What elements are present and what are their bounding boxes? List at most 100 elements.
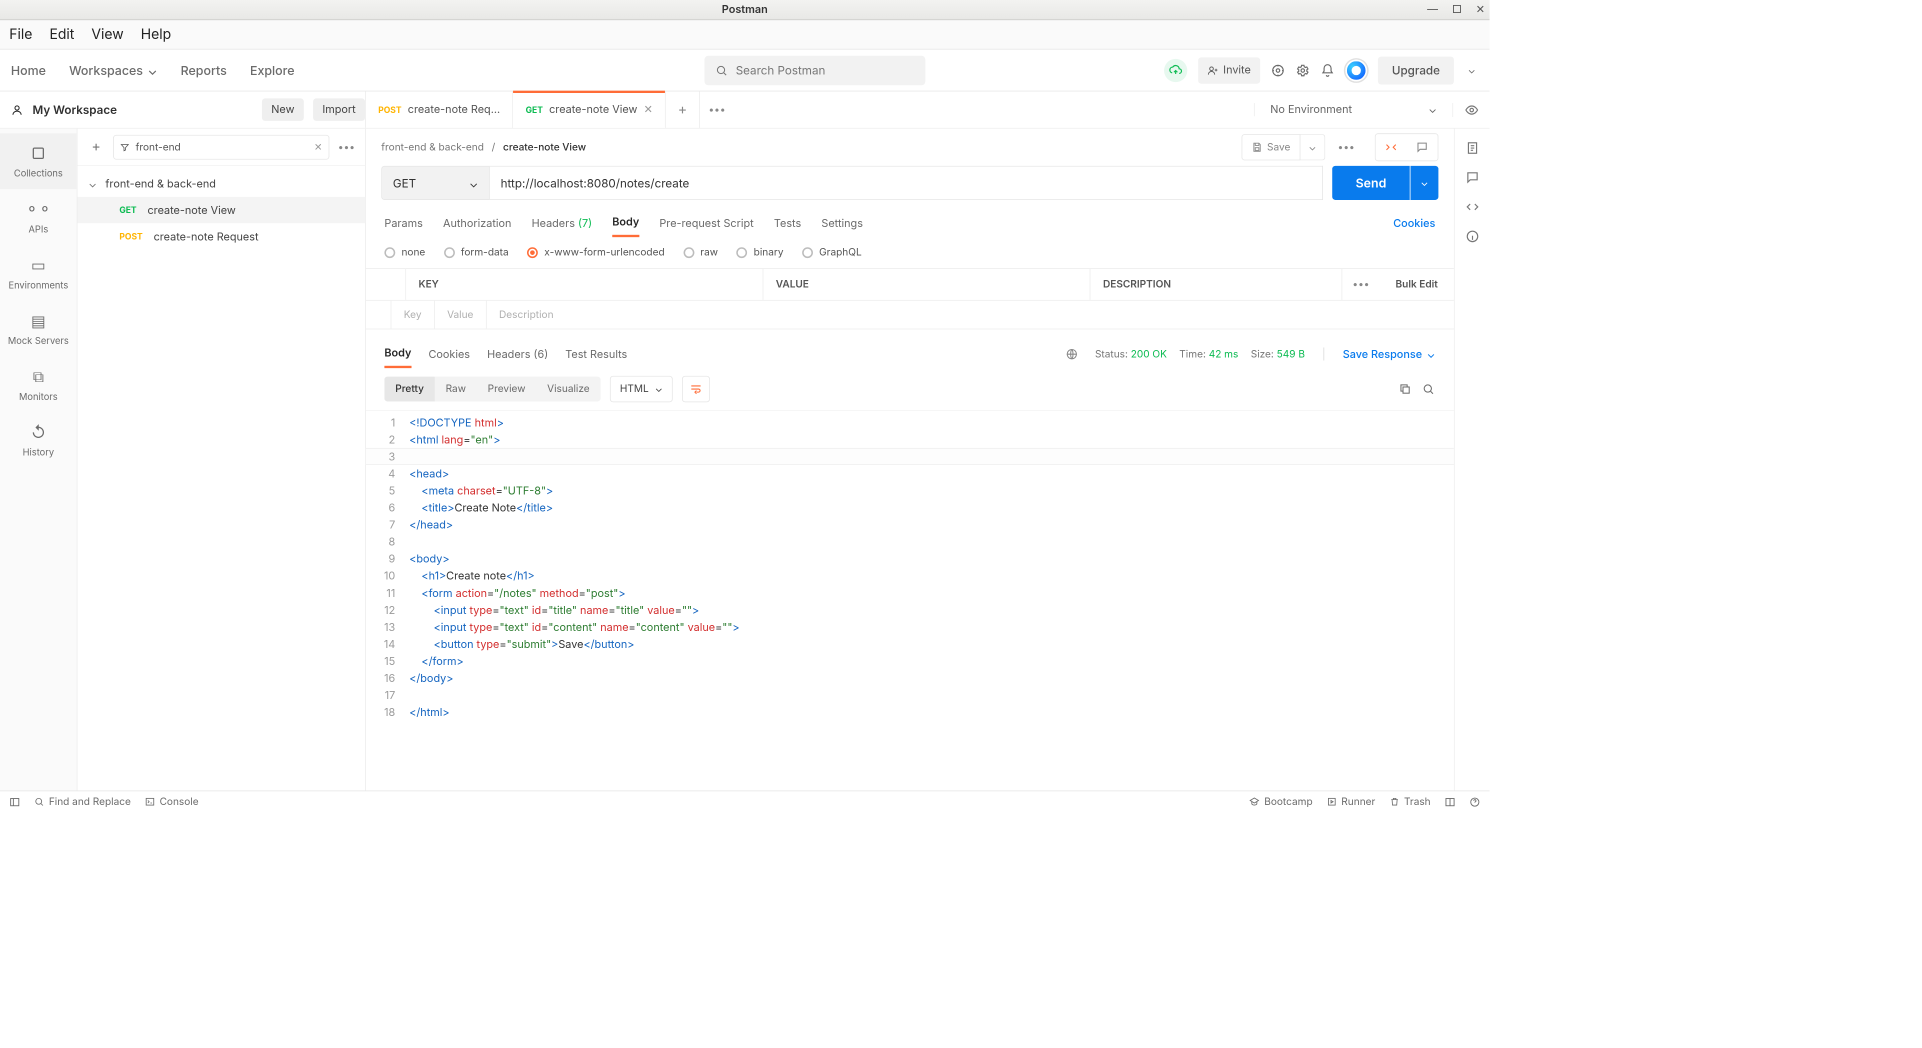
comments-icon[interactable] bbox=[1465, 171, 1479, 185]
copy-icon[interactable] bbox=[1398, 382, 1412, 396]
menu-edit[interactable]: Edit bbox=[49, 26, 74, 42]
body-binary[interactable]: binary bbox=[737, 246, 784, 258]
documentation-icon[interactable] bbox=[1465, 141, 1479, 155]
bell-icon[interactable] bbox=[1321, 63, 1335, 77]
bulk-edit-button[interactable]: Bulk Edit bbox=[1380, 269, 1454, 300]
build-mode-icon[interactable] bbox=[1376, 134, 1407, 160]
request-more-icon[interactable]: ••• bbox=[1333, 134, 1359, 160]
code-icon[interactable] bbox=[1465, 200, 1479, 214]
resp-tab-headers[interactable]: Headers (6) bbox=[487, 341, 548, 367]
menu-file[interactable]: File bbox=[9, 26, 32, 42]
tab-tests[interactable]: Tests bbox=[774, 210, 801, 236]
environment-select[interactable]: No Environment ⌄ bbox=[1254, 103, 1452, 116]
view-preview[interactable]: Preview bbox=[477, 377, 536, 402]
menu-help[interactable]: Help bbox=[141, 26, 171, 42]
tab-headers[interactable]: Headers (7) bbox=[532, 210, 592, 236]
save-response-button[interactable]: Save Response ⌄ bbox=[1343, 348, 1436, 361]
kv-placeholder-row[interactable]: Key Value Description bbox=[366, 301, 1454, 330]
tab-params[interactable]: Params bbox=[384, 210, 422, 236]
chevron-down-icon[interactable]: ⌄ bbox=[1465, 63, 1479, 77]
globe-icon[interactable] bbox=[1066, 348, 1078, 360]
tab-body[interactable]: Body bbox=[612, 209, 639, 237]
body-none[interactable]: none bbox=[384, 246, 425, 258]
kv-more-icon[interactable]: ••• bbox=[1342, 269, 1379, 300]
body-raw[interactable]: raw bbox=[683, 246, 718, 258]
body-form-data[interactable]: form-data bbox=[444, 246, 509, 258]
tab-create-note-view[interactable]: GET create-note View ✕ bbox=[513, 91, 666, 127]
language-select[interactable]: HTML⌄ bbox=[610, 376, 673, 402]
env-icon: ▭ bbox=[31, 255, 46, 274]
runner-button[interactable]: Runner bbox=[1327, 796, 1376, 808]
settings-icon[interactable] bbox=[1296, 63, 1310, 77]
add-tab-button[interactable]: + bbox=[666, 91, 700, 127]
sync-icon[interactable] bbox=[1164, 59, 1187, 82]
send-button[interactable]: Send bbox=[1332, 166, 1410, 200]
trash-button[interactable]: Trash bbox=[1389, 796, 1430, 808]
tab-prerequest[interactable]: Pre-request Script bbox=[659, 210, 753, 236]
body-graphql[interactable]: GraphQL bbox=[802, 246, 862, 258]
body-xwww[interactable]: x-www-form-urlencoded bbox=[527, 246, 664, 258]
server-icon: ▤ bbox=[31, 311, 46, 330]
tab-create-note-request[interactable]: POST create-note Req… bbox=[366, 91, 513, 127]
comment-mode-icon[interactable] bbox=[1407, 134, 1438, 160]
nav-explore[interactable]: Explore bbox=[250, 62, 295, 78]
request-row-create-note-request[interactable]: POST create-note Request bbox=[78, 223, 366, 249]
environment-preview-icon[interactable] bbox=[1452, 103, 1489, 117]
nav-home[interactable]: Home bbox=[11, 62, 46, 78]
response-code[interactable]: 1<!DOCTYPE html>2<html lang="en">3 4<hea… bbox=[366, 410, 1454, 791]
view-visualize[interactable]: Visualize bbox=[536, 377, 600, 402]
sidebar-more-icon[interactable]: ••• bbox=[336, 136, 358, 158]
wrap-lines-button[interactable] bbox=[682, 376, 710, 402]
send-dropdown-button[interactable]: ⌄ bbox=[1411, 166, 1439, 200]
menu-view[interactable]: View bbox=[91, 26, 123, 42]
col-description: DESCRIPTION bbox=[1091, 269, 1343, 300]
two-pane-icon[interactable] bbox=[1445, 796, 1456, 807]
tab-settings[interactable]: Settings bbox=[821, 210, 863, 236]
save-dropdown-button[interactable]: ⌄ bbox=[1300, 134, 1325, 160]
filter-input[interactable]: front-end ✕ bbox=[113, 134, 329, 159]
invite-button[interactable]: Invite bbox=[1198, 57, 1260, 83]
view-raw[interactable]: Raw bbox=[435, 377, 477, 402]
nav-reports[interactable]: Reports bbox=[181, 62, 227, 78]
workspace-name[interactable]: My Workspace bbox=[33, 102, 253, 117]
rail-history[interactable]: ↺History bbox=[0, 412, 77, 468]
console-button[interactable]: Console bbox=[145, 796, 199, 808]
rail-monitors[interactable]: ⧉Monitors bbox=[0, 357, 77, 413]
bootcamp-button[interactable]: Bootcamp bbox=[1250, 796, 1313, 808]
resp-tab-cookies[interactable]: Cookies bbox=[428, 341, 470, 367]
request-row-create-note-view[interactable]: GET create-note View bbox=[78, 197, 366, 223]
method-select[interactable]: GET ⌄ bbox=[381, 166, 490, 200]
cookies-link[interactable]: Cookies bbox=[1393, 217, 1435, 230]
rail-mock-servers[interactable]: ▤Mock Servers bbox=[0, 301, 77, 357]
nav-workspaces[interactable]: Workspaces⌄ bbox=[69, 62, 157, 78]
find-replace-button[interactable]: Find and Replace bbox=[34, 796, 131, 808]
import-button[interactable]: Import bbox=[313, 98, 365, 120]
maximize-icon[interactable]: □ bbox=[1452, 3, 1462, 16]
tab-authorization[interactable]: Authorization bbox=[443, 210, 511, 236]
resp-tab-body[interactable]: Body bbox=[384, 340, 411, 368]
help-icon[interactable] bbox=[1469, 796, 1480, 807]
breadcrumb-parent[interactable]: front-end & back-end bbox=[381, 141, 484, 153]
collection-row[interactable]: ⌄ front-end & back-end bbox=[78, 171, 366, 197]
url-input[interactable]: http://localhost:8080/notes/create bbox=[490, 166, 1323, 200]
close-icon[interactable]: ✕ bbox=[1476, 3, 1485, 16]
rail-apis[interactable]: ⚬⚬APIs bbox=[0, 189, 77, 245]
clear-filter-icon[interactable]: ✕ bbox=[314, 141, 322, 153]
info-icon[interactable] bbox=[1465, 229, 1479, 243]
upgrade-button[interactable]: Upgrade bbox=[1378, 56, 1454, 84]
tabs-overflow-button[interactable]: ••• bbox=[700, 91, 734, 127]
resp-tab-tests[interactable]: Test Results bbox=[565, 341, 627, 367]
minimize-icon[interactable]: — bbox=[1427, 3, 1438, 16]
new-button[interactable]: New bbox=[262, 98, 304, 120]
rail-collections[interactable]: ▢Collections bbox=[0, 133, 77, 189]
save-button[interactable]: Save bbox=[1241, 134, 1300, 160]
rail-environments[interactable]: ▭Environments bbox=[0, 245, 77, 301]
sidebar-toggle-icon[interactable] bbox=[9, 796, 20, 807]
avatar[interactable] bbox=[1345, 59, 1367, 81]
add-collection-button[interactable]: + bbox=[85, 136, 107, 158]
search-response-icon[interactable] bbox=[1421, 382, 1435, 396]
view-pretty[interactable]: Pretty bbox=[384, 377, 434, 402]
search-input[interactable]: Search Postman bbox=[705, 55, 926, 84]
capture-icon[interactable] bbox=[1271, 63, 1285, 77]
close-tab-icon[interactable]: ✕ bbox=[644, 103, 653, 116]
